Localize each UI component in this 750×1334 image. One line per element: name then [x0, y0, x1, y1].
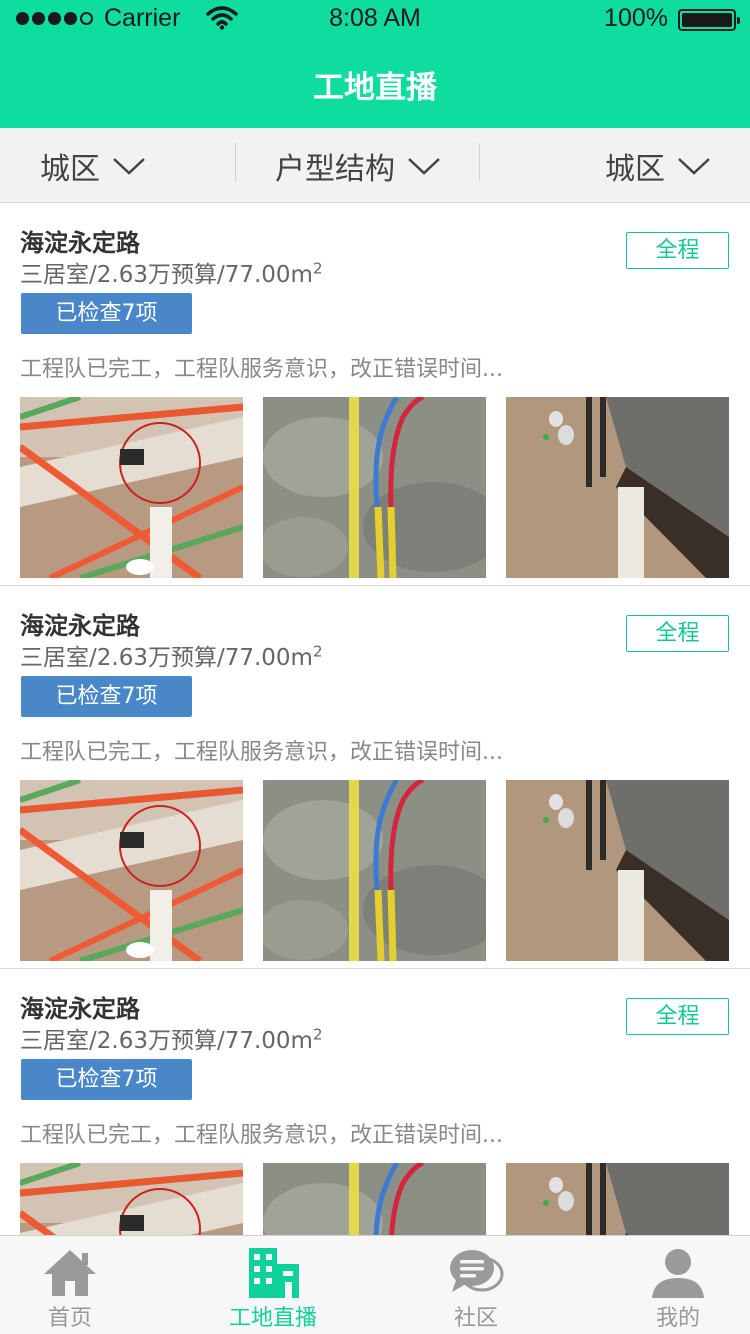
- site-info: 三居室/2.63万预算/77.00m2: [20, 255, 323, 289]
- site-description: 工程队已完工，工程队服务意识，改正错误时间...: [20, 1123, 503, 1148]
- site-photo-drain[interactable]: [506, 397, 729, 578]
- site-info-text: 三居室/2.63万预算/77.00m: [20, 1028, 313, 1054]
- site-description: 工程队已完工，工程队服务意识，改正错误时间...: [20, 357, 503, 382]
- filter-divider: [479, 143, 480, 181]
- filter-label: 城区: [605, 151, 665, 187]
- site-photo-pipes[interactable]: [20, 1163, 243, 1235]
- stage-tag[interactable]: 全程: [626, 232, 729, 269]
- filter-layout[interactable]: 户型结构: [275, 128, 441, 203]
- chevron-down-icon: [408, 157, 440, 175]
- tab-label: 首页: [47, 1306, 92, 1331]
- site-photo-pipes[interactable]: [20, 397, 243, 578]
- site-name: 海淀永定路: [20, 995, 140, 1023]
- home-icon: [44, 1250, 96, 1296]
- chevron-down-icon: [113, 157, 145, 175]
- site-info: 三居室/2.63万预算/77.00m2: [20, 638, 323, 672]
- area-unit-exponent: 2: [312, 642, 323, 661]
- site-photo-wires[interactable]: [263, 1163, 486, 1235]
- app-header: Carrier 8:08 AM 100% 工地直播: [0, 0, 750, 128]
- site-card[interactable]: 海淀永定路 三居室/2.63万预算/77.00m2 已检查7项 全程 工程队已完工，工程…: [0, 586, 750, 969]
- stage-tag[interactable]: 全程: [626, 615, 729, 652]
- filter-divider: [235, 143, 236, 181]
- site-info-text: 三居室/2.63万预算/77.00m: [20, 645, 313, 671]
- site-card[interactable]: 海淀永定路 三居室/2.63万预算/77.00m2 已检查7项 全程 工程队已完工，工程…: [0, 969, 750, 1235]
- site-list: 海淀永定路 三居室/2.63万预算/77.00m2 已检查7项 全程 工程队已完工，工程…: [0, 203, 750, 1235]
- site-info-text: 三居室/2.63万预算/77.00m: [20, 262, 313, 288]
- site-photo-wires[interactable]: [263, 780, 486, 961]
- filter-district[interactable]: 城区: [40, 128, 146, 203]
- chat-bubbles-icon: [450, 1250, 504, 1292]
- inspection-badge: 已检查7项: [21, 1059, 192, 1100]
- area-unit-exponent: 2: [312, 259, 323, 278]
- area-unit-exponent: 2: [312, 1025, 323, 1044]
- status-bar: Carrier 8:08 AM 100%: [0, 0, 750, 40]
- building-icon: [249, 1248, 299, 1298]
- filter-district-2[interactable]: 城区: [605, 128, 711, 203]
- tab-community[interactable]: 社区: [406, 1236, 546, 1334]
- photo-strip: [20, 1163, 729, 1235]
- site-description: 工程队已完工，工程队服务意识，改正错误时间...: [20, 740, 503, 765]
- person-icon: [652, 1249, 704, 1298]
- site-photo-pipes[interactable]: [20, 780, 243, 961]
- tab-bar: 首页 工地直播 社区 我的: [0, 1235, 750, 1334]
- site-name: 海淀永定路: [20, 612, 140, 640]
- site-photo-drain[interactable]: [506, 1163, 729, 1235]
- battery-icon: [678, 9, 740, 31]
- photo-strip: [20, 780, 729, 961]
- site-photo-drain[interactable]: [506, 780, 729, 961]
- site-card[interactable]: 海淀永定路 三居室/2.63万预算/77.00m2 已检查7项 全程 工程队已完工，工程…: [0, 203, 750, 586]
- chevron-down-icon: [678, 157, 710, 175]
- filter-label: 户型结构: [275, 151, 395, 187]
- stage-tag[interactable]: 全程: [626, 998, 729, 1035]
- tab-me[interactable]: 我的: [608, 1236, 748, 1334]
- tab-label: 工地直播: [228, 1306, 317, 1331]
- tab-label: 社区: [453, 1306, 498, 1331]
- site-info: 三居室/2.63万预算/77.00m2: [20, 1021, 323, 1055]
- tab-label: 我的: [655, 1306, 700, 1331]
- inspection-badge: 已检查7项: [21, 293, 192, 334]
- page-title: 工地直播: [313, 70, 437, 106]
- site-photo-wires[interactable]: [263, 397, 486, 578]
- site-name: 海淀永定路: [20, 229, 140, 257]
- tab-site-live[interactable]: 工地直播: [203, 1236, 343, 1334]
- inspection-badge: 已检查7项: [21, 676, 192, 717]
- battery-percent: 100%: [604, 4, 668, 32]
- filter-bar: 城区 户型结构 城区: [0, 128, 750, 203]
- filter-label: 城区: [40, 151, 100, 187]
- photo-strip: [20, 397, 729, 578]
- tab-home[interactable]: 首页: [0, 1236, 140, 1334]
